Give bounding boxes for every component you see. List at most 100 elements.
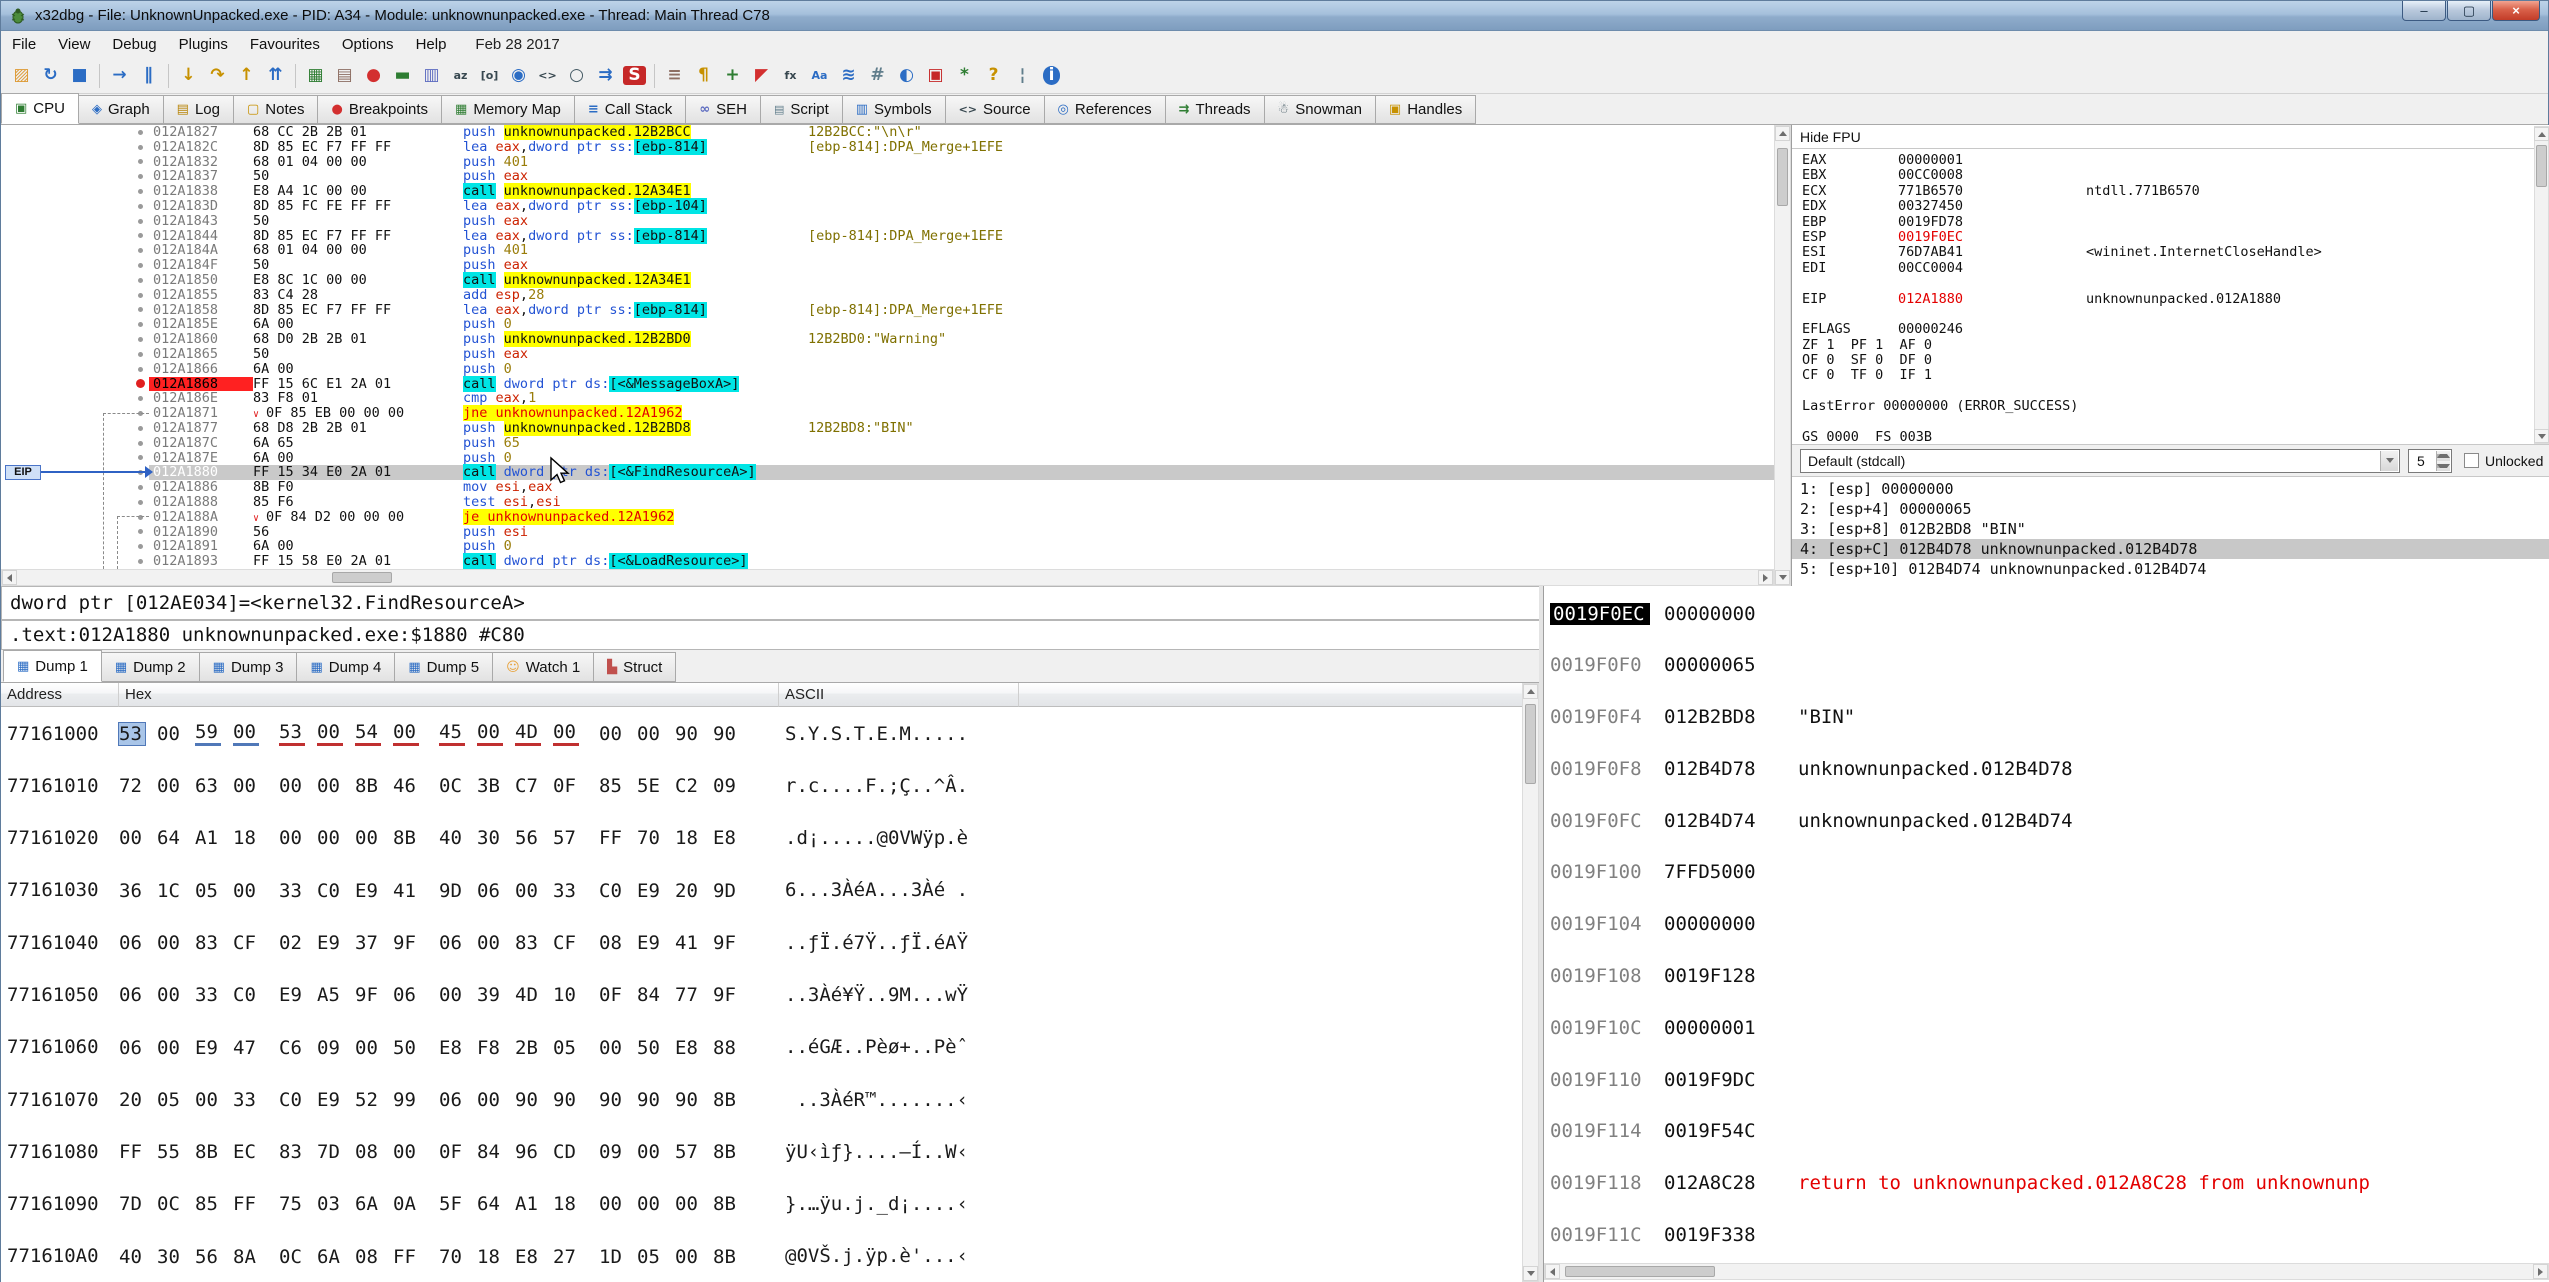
- dump-pane[interactable]: AddressHexASCII 771610005300590053005400…: [1, 683, 1543, 1282]
- stack-row[interactable]: 0019F0FC012B4D74unknownunpacked.012B4D74: [1544, 795, 2549, 847]
- tab-log[interactable]: ▤Log: [163, 95, 234, 124]
- stack-row[interactable]: 0019F1140019F54C: [1544, 1106, 2549, 1158]
- titlebar[interactable]: x32dbg - File: UnknownUnpacked.exe - PID…: [1, 1, 2548, 31]
- toolbar-world-button[interactable]: ◐: [893, 62, 920, 89]
- disasm-row[interactable]: 012A184A68 01 04 00 00push 401: [1, 243, 1774, 258]
- toolbar-find-pattern-button[interactable]: [o]: [476, 62, 503, 89]
- disassembly-vscrollbar[interactable]: [1774, 125, 1791, 586]
- toolbar-memory-chip-button[interactable]: ▣: [922, 62, 949, 89]
- tab-references[interactable]: ◎References: [1044, 95, 1166, 124]
- tab-script[interactable]: ▤Script: [760, 95, 843, 124]
- dump-row[interactable]: 771610A04030568A0C6A08FF7018E8271D05008B…: [1, 1230, 1543, 1282]
- stack-row[interactable]: 0019F11C0019F338: [1544, 1210, 2549, 1262]
- scroll-down-button[interactable]: [1523, 1266, 1538, 1281]
- disasm-row[interactable]: 012A1838E8 A4 1C 00 00call unknownunpack…: [1, 184, 1774, 199]
- scroll-left-button[interactable]: [1545, 1264, 1560, 1279]
- scroll-up-button[interactable]: [1775, 126, 1790, 141]
- registers-scrollbar[interactable]: [2534, 126, 2549, 444]
- scroll-thumb[interactable]: [1565, 1266, 1715, 1277]
- toolbar-clear-button[interactable]: ◤: [748, 62, 775, 89]
- stack-hscrollbar[interactable]: [1544, 1263, 2549, 1280]
- stack-row[interactable]: 0019F10C00000001: [1544, 1002, 2549, 1054]
- calling-convention-select[interactable]: Default (stdcall): [1800, 449, 2400, 473]
- stack-row[interactable]: 0019F1007FFD5000: [1544, 847, 2549, 899]
- disasm-row[interactable]: 012A1893FF 15 58 E0 2A 01call dword ptr …: [1, 554, 1774, 569]
- stack-arguments-pane[interactable]: 1: [esp] 000000002: [esp+4] 000000653: […: [1792, 479, 2549, 579]
- toolbar-pause-button[interactable]: ∥: [135, 62, 162, 89]
- stack-arg-row[interactable]: 4: [esp+C] 012B4D78 unknownunpacked.012B…: [1792, 539, 2549, 559]
- disasm-row[interactable]: 012A18868B F0mov esi,eax: [1, 480, 1774, 495]
- menu-favourites[interactable]: Favourites: [239, 31, 331, 58]
- toolbar-shellcode-button[interactable]: S: [621, 62, 648, 89]
- menu-plugins[interactable]: Plugins: [168, 31, 239, 58]
- dump-vscrollbar[interactable]: [1522, 683, 1539, 1282]
- disasm-row[interactable]: 012A18588D 85 EC F7 FF FFlea eax,dword p…: [1, 303, 1774, 318]
- stack-row[interactable]: 0019F0F8012B4D78unknownunpacked.012B4D78: [1544, 743, 2549, 795]
- disasm-row[interactable]: 012A18448D 85 EC F7 FF FFlea eax,dword p…: [1, 229, 1774, 244]
- disasm-row[interactable]: 012A183D8D 85 FC FE FF FFlea eax,dword p…: [1, 199, 1774, 214]
- tab-graph[interactable]: ◈Graph: [78, 95, 164, 124]
- dump-row[interactable]: 771610200064A1180000008B40305657FF7018E8…: [1, 812, 1543, 864]
- tab-source[interactable]: <>Source: [945, 95, 1045, 124]
- stack-arg-row[interactable]: 1: [esp] 00000000: [1792, 479, 2549, 499]
- stepper-up-button[interactable]: [2436, 451, 2450, 461]
- disasm-row[interactable]: 012A186550push eax: [1, 347, 1774, 362]
- dump-row[interactable]: 77161080FF558BEC837D08000F8496CD0900578B…: [1, 1125, 1543, 1177]
- tab-dump-4[interactable]: ▦Dump 4: [296, 652, 395, 682]
- tab-struct[interactable]: ▙Struct: [593, 652, 676, 682]
- unlocked-checkbox[interactable]: [2464, 453, 2479, 468]
- stack-row[interactable]: 0019F1080019F128: [1544, 951, 2549, 1003]
- scroll-down-button[interactable]: [2534, 429, 2549, 443]
- toolbar-step-into-button[interactable]: ↓: [175, 62, 202, 89]
- tab-dump-1[interactable]: ▦Dump 1: [3, 650, 102, 682]
- toolbar-close-button[interactable]: ■: [66, 62, 93, 89]
- toolbar-patches-button[interactable]: +: [719, 62, 746, 89]
- toolbar-copy-data-button[interactable]: ▥: [418, 62, 445, 89]
- tab-snowman[interactable]: ☃Snowman: [1264, 95, 1376, 124]
- tab-dump-3[interactable]: ▦Dump 3: [199, 652, 298, 682]
- tab-handles[interactable]: ▣Handles: [1375, 95, 1476, 124]
- toolbar-run-to-user-code-button[interactable]: ⇈: [262, 62, 289, 89]
- toolbar-help-key-button[interactable]: ?: [980, 62, 1007, 89]
- toolbar-restart-button[interactable]: ↻: [37, 62, 64, 89]
- toolbar-debug-engine-button[interactable]: *: [951, 62, 978, 89]
- tab-breakpoints[interactable]: ●Breakpoints: [317, 95, 442, 124]
- stack-row[interactable]: 0019F10400000000: [1544, 899, 2549, 951]
- disasm-row[interactable]: 012A18916A 00push 0: [1, 539, 1774, 554]
- tab-memory-map[interactable]: ▦Memory Map: [441, 95, 575, 124]
- disasm-row[interactable]: 012A184F50push eax: [1, 258, 1774, 273]
- tab-symbols[interactable]: ▥Symbols: [842, 95, 946, 124]
- disasm-row[interactable]: 012A188A∨0F 84 D2 00 00 00je unknownunpa…: [1, 510, 1774, 525]
- disasm-row[interactable]: 012A1868FF 15 6C E1 2A 01call dword ptr …: [1, 377, 1774, 392]
- dump-row[interactable]: 771610907D0C85FF75036A0A5F64A1180000008B…: [1, 1178, 1543, 1230]
- scroll-down-button[interactable]: [1775, 570, 1790, 585]
- menu-file[interactable]: File: [1, 31, 47, 58]
- register-row-ebp[interactable]: EBP0019FD78: [1802, 215, 2534, 230]
- register-row-esp[interactable]: ESP0019F0EC: [1802, 230, 2534, 245]
- disasm-row[interactable]: 012A185E6A 00push 0: [1, 317, 1774, 332]
- toolbar-patch-button[interactable]: ▬: [389, 62, 416, 89]
- toolbar-search-button[interactable]: ○: [563, 62, 590, 89]
- menu-debug[interactable]: Debug: [101, 31, 167, 58]
- disasm-row[interactable]: 012A186068 D0 2B 2B 01push unknownunpack…: [1, 332, 1774, 347]
- disassembly-hscrollbar[interactable]: [1, 569, 1774, 586]
- hide-fpu-button[interactable]: Hide FPU: [1800, 129, 1861, 145]
- disasm-row[interactable]: 012A1871∨0F 85 EB 00 00 00jne unknownunp…: [1, 406, 1774, 421]
- disasm-row[interactable]: 012A187768 D8 2B 2B 01push unknownunpack…: [1, 421, 1774, 436]
- register-row-eax[interactable]: EAX00000001: [1802, 153, 2534, 168]
- maximize-button[interactable]: ▢: [2447, 1, 2491, 21]
- tab-notes[interactable]: ▢Notes: [233, 95, 318, 124]
- disasm-row[interactable]: 012A182768 CC 2B 2B 01push unknownunpack…: [1, 125, 1774, 140]
- column-header-ascii[interactable]: ASCII: [779, 683, 1019, 707]
- disasm-row[interactable]: 012A184350push eax: [1, 214, 1774, 229]
- register-row-edx[interactable]: EDX00327450: [1802, 199, 2534, 214]
- toolbar-step-over-button[interactable]: ↷: [204, 62, 231, 89]
- toolbar-about-button[interactable]: i: [1038, 62, 1065, 89]
- register-row-edi[interactable]: EDI00CC0004: [1802, 261, 2534, 276]
- tab-dump-5[interactable]: ▦Dump 5: [394, 652, 493, 682]
- stack-row[interactable]: 0019F0F4012B2BD8"BIN": [1544, 692, 2549, 744]
- disasm-row[interactable]: 012A18666A 00push 0: [1, 362, 1774, 377]
- stack-arg-row[interactable]: 2: [esp+4] 00000065: [1792, 499, 2549, 519]
- dump-row[interactable]: 771610107200630000008B460C3BC70F855EC209…: [1, 759, 1543, 811]
- disasm-row[interactable]: 012A183750push eax: [1, 169, 1774, 184]
